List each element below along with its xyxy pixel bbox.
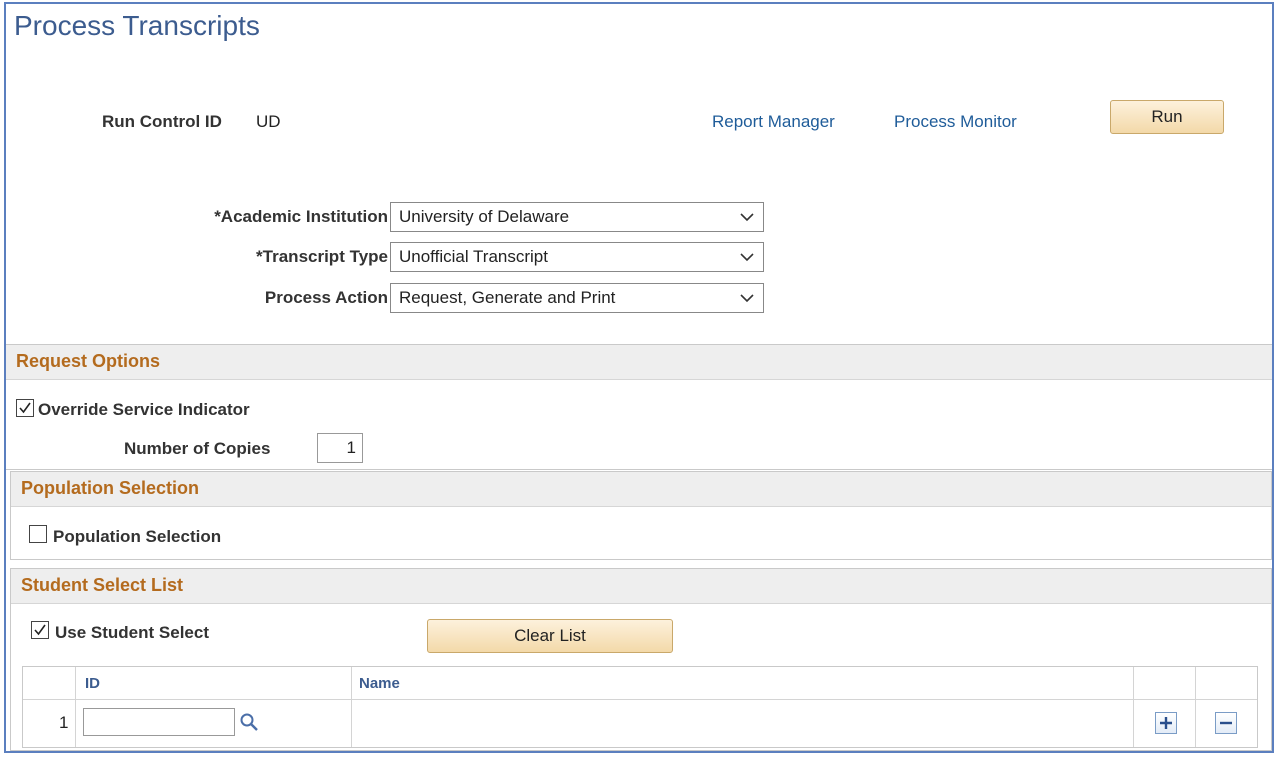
checkmark-icon: [34, 624, 46, 636]
table-row: 1: [23, 700, 1257, 747]
run-button[interactable]: Run: [1110, 100, 1224, 134]
column-header-name: Name: [359, 675, 400, 692]
page-frame: Process Transcripts Run Control ID UD Re…: [4, 2, 1274, 753]
checkmark-icon: [19, 402, 31, 414]
academic-institution-value: University of Delaware: [399, 207, 570, 226]
population-selection-checkbox[interactable]: [29, 525, 47, 543]
student-select-grid: ID Name 1: [22, 666, 1258, 748]
number-of-copies-label: Number of Copies: [124, 439, 271, 458]
population-selection-header: Population Selection: [11, 472, 1271, 507]
academic-institution-label: *Academic Institution: [214, 207, 388, 226]
population-selection-section: Population Selection Population Selectio…: [10, 471, 1272, 560]
student-select-title: Student Select List: [21, 575, 184, 595]
student-select-section: Student Select List Use Student Select C…: [10, 568, 1272, 751]
run-control-label: Run Control ID: [102, 112, 222, 131]
minus-icon: [1220, 721, 1232, 725]
page-title: Process Transcripts: [14, 10, 260, 41]
chevron-down-icon: [740, 294, 754, 303]
override-service-indicator-label: Override Service Indicator: [38, 400, 250, 419]
transcript-type-label: *Transcript Type: [256, 247, 388, 266]
transcript-type-value: Unofficial Transcript: [399, 247, 548, 266]
population-selection-title: Population Selection: [21, 478, 200, 498]
process-monitor-link[interactable]: Process Monitor: [894, 112, 1017, 132]
use-student-select-checkbox[interactable]: [31, 621, 49, 639]
chevron-down-icon: [740, 213, 754, 222]
override-service-indicator-checkbox[interactable]: [16, 399, 34, 417]
add-row-button[interactable]: [1155, 712, 1177, 734]
request-options-section: Request Options Override Service Indicat…: [6, 344, 1272, 470]
delete-row-button[interactable]: [1215, 712, 1237, 734]
row-number: 1: [59, 713, 69, 732]
clear-list-button[interactable]: Clear List: [427, 619, 673, 653]
request-options-header: Request Options: [6, 345, 1272, 380]
process-action-select[interactable]: Request, Generate and Print: [390, 283, 764, 313]
student-id-input[interactable]: [83, 708, 235, 736]
transcript-type-select[interactable]: Unofficial Transcript: [390, 242, 764, 272]
plus-icon: [1160, 717, 1172, 729]
chevron-down-icon: [740, 253, 754, 262]
run-control-value: UD: [256, 112, 281, 131]
student-select-header: Student Select List: [11, 569, 1271, 604]
number-of-copies-input[interactable]: 1: [317, 433, 363, 463]
magnifier-icon[interactable]: [239, 712, 259, 732]
process-action-label: Process Action: [264, 288, 388, 307]
process-action-value: Request, Generate and Print: [399, 288, 616, 307]
report-manager-link[interactable]: Report Manager: [712, 112, 835, 132]
population-selection-checkbox-label: Population Selection: [53, 527, 222, 546]
column-header-id: ID: [85, 675, 100, 692]
request-options-title: Request Options: [16, 351, 161, 371]
academic-institution-select[interactable]: University of Delaware: [390, 202, 764, 232]
use-student-select-label: Use Student Select: [55, 623, 209, 642]
